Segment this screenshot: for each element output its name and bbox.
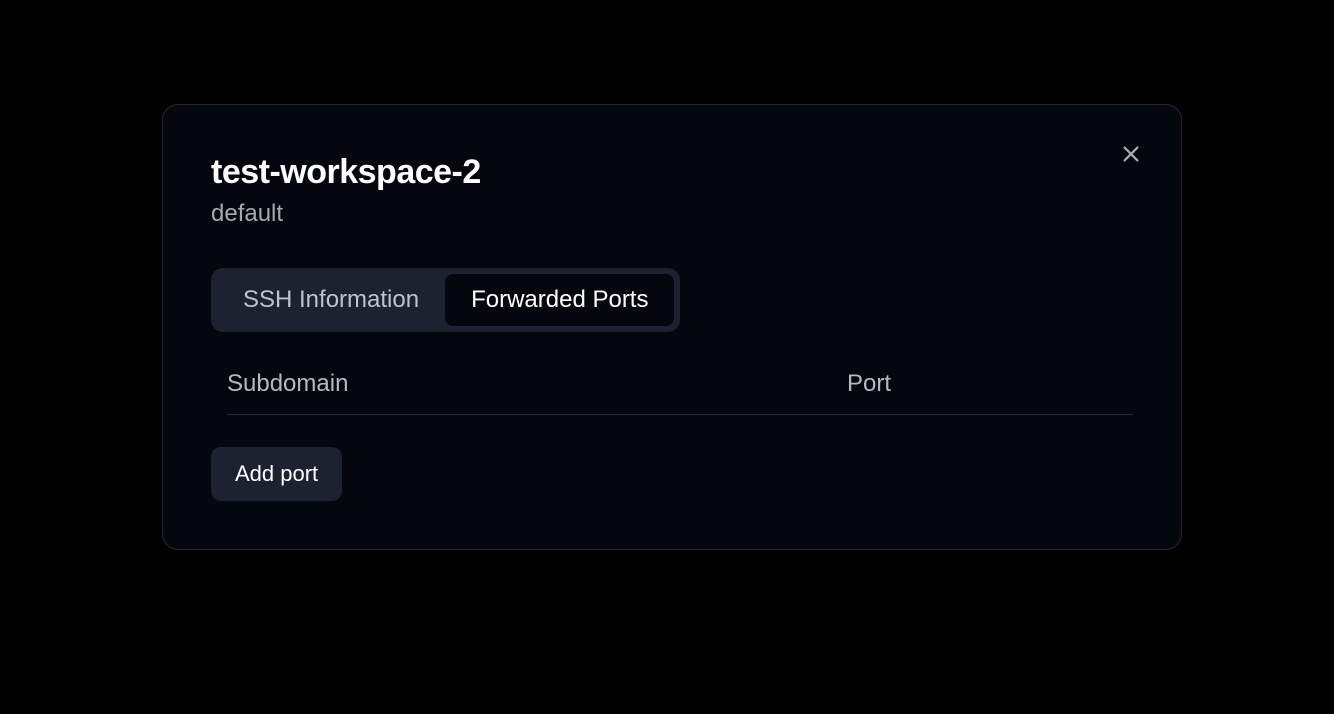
add-port-button[interactable]: Add port: [211, 447, 342, 501]
close-icon: [1120, 143, 1142, 168]
column-port: Port: [847, 370, 891, 398]
column-subdomain: Subdomain: [227, 370, 847, 398]
tab-ssh-information[interactable]: SSH Information: [217, 274, 445, 326]
workspace-connection-dialog: test-workspace-2 default SSH Information…: [162, 104, 1182, 550]
port-table-header: Subdomain Port: [227, 370, 1133, 415]
workspace-target: default: [211, 200, 1133, 228]
tab-forwarded-ports[interactable]: Forwarded Ports: [445, 274, 674, 326]
workspace-title: test-workspace-2: [211, 153, 1133, 192]
close-button[interactable]: [1113, 137, 1149, 173]
tab-group: SSH Information Forwarded Ports: [211, 268, 680, 332]
